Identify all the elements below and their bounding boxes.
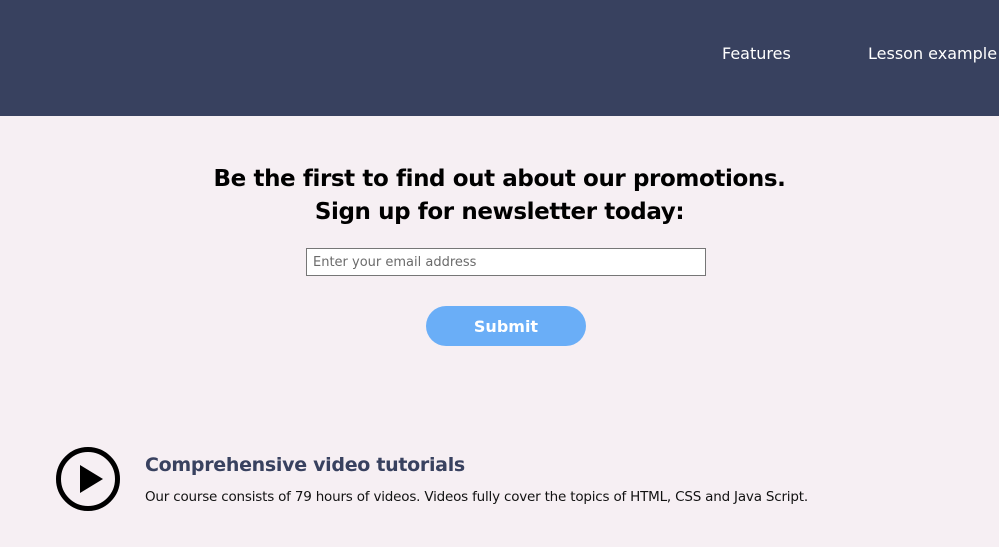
feature-title: Comprehensive video tutorials — [145, 454, 465, 476]
email-input[interactable] — [306, 248, 706, 276]
play-circle-icon — [56, 447, 120, 511]
newsletter-headline-line2: Sign up for newsletter today: — [314, 199, 685, 225]
nav-link-features[interactable]: Features — [722, 44, 791, 64]
site-header: Features Lesson example — [0, 0, 999, 116]
submit-button[interactable]: Submit — [426, 306, 586, 346]
feature-description: Our course consists of 79 hours of video… — [145, 489, 808, 505]
newsletter-headline: Be the first to find out about our promo… — [0, 163, 999, 229]
nav-link-lesson-example[interactable]: Lesson example — [868, 44, 997, 64]
newsletter-headline-line1: Be the first to find out about our promo… — [213, 166, 786, 192]
